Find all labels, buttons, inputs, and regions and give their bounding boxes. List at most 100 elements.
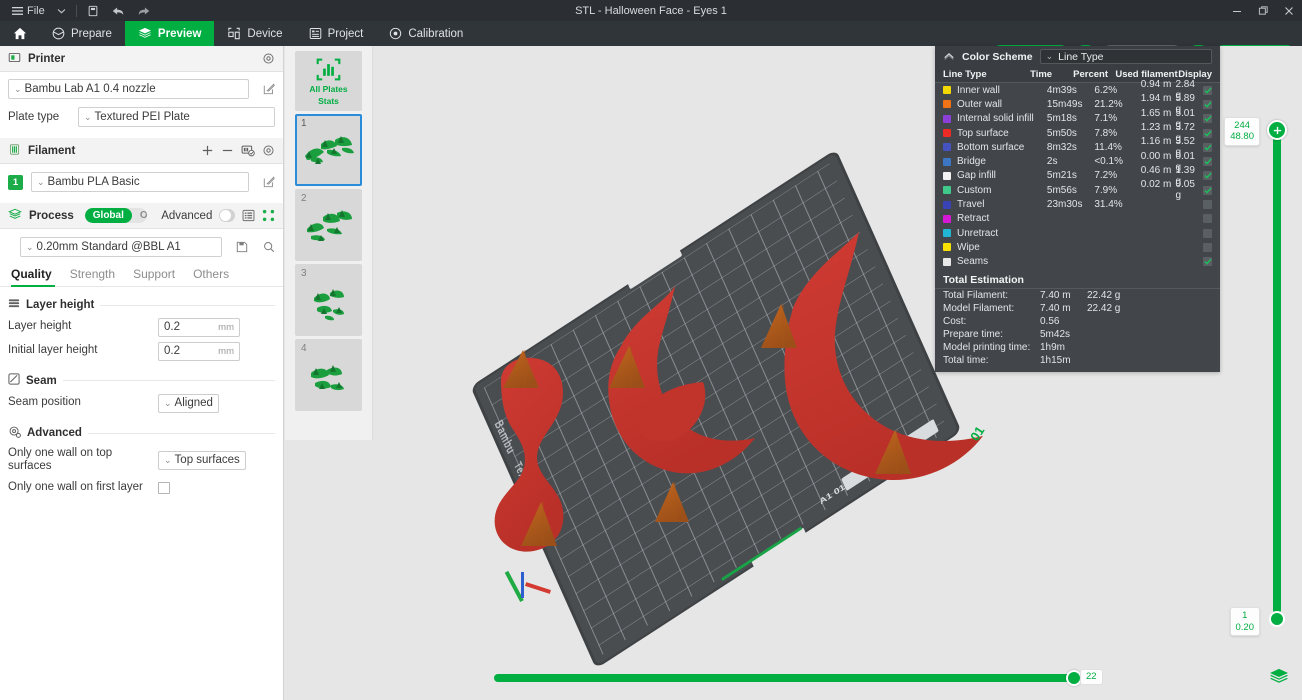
legend-display-checkbox[interactable] [1203,214,1212,223]
window-close-button[interactable] [1276,0,1302,21]
filament-settings-gear-icon[interactable] [262,144,275,157]
legend-display-checkbox[interactable] [1203,243,1212,252]
plate-thumbnail-2[interactable]: 2 [295,189,362,261]
filament-edit-icon[interactable] [263,176,275,188]
plate-thumbnail-4[interactable]: 4 [295,339,362,411]
layer-slider-top-height: 48.80 [1230,131,1254,142]
redo-button[interactable] [131,0,157,21]
legend-display-cell[interactable] [1203,229,1212,238]
legend-row[interactable]: Wipe [935,240,1220,254]
filament-slot-badge[interactable]: 1 [8,175,23,190]
move-slider-horizontal[interactable]: 22 [494,670,1074,686]
layer-slider-vertical[interactable]: 244 48.80 1 0.20 [1268,120,1286,620]
parameter-list-icon[interactable] [242,209,255,222]
search-preset-icon[interactable] [263,241,275,253]
color-scheme-select[interactable]: ⌄ Line Type [1040,49,1212,64]
legend-row[interactable]: Retract [935,212,1220,226]
new-project-button[interactable] [81,0,105,21]
printer-model-select[interactable]: ⌄ Bambu Lab A1 0.4 nozzle [8,79,249,99]
total-value-primary: 5m42s [1040,329,1087,340]
tab-strength[interactable]: Strength [61,267,124,286]
layers-view-button[interactable] [1266,664,1292,690]
printer-settings-gear-icon[interactable] [262,52,275,65]
compare-presets-icon[interactable] [262,209,275,222]
layer-slider-bottom-handle[interactable] [1269,611,1285,627]
seam-position-select[interactable]: ⌄ Aligned [158,394,219,413]
total-value-primary: 7.40 m [1040,303,1087,314]
color-scheme-value: Line Type [1058,51,1103,63]
one-wall-first-layer-checkbox[interactable] [158,482,170,494]
filament-select[interactable]: ⌄ Bambu PLA Basic [31,172,249,192]
legend-display-cell[interactable] [1203,171,1212,180]
file-menu-button[interactable]: File [6,0,51,21]
initial-layer-height-input[interactable]: 0.2 mm [158,342,240,361]
filament-add-button[interactable] [201,144,214,157]
filament-remove-button[interactable] [221,144,234,157]
tab-home[interactable] [0,21,39,46]
legend-row[interactable]: Unretract [935,226,1220,240]
tab-prepare[interactable]: Prepare [39,21,125,46]
calibration-icon [389,27,402,40]
tab-device[interactable]: Device [214,21,295,46]
legend-display-cell[interactable] [1203,100,1212,109]
legend-line-type: Inner wall [951,85,1047,96]
legend-display-checkbox[interactable] [1203,186,1212,195]
legend-row[interactable]: Seams [935,255,1220,269]
legend-display-cell[interactable] [1203,200,1212,209]
legend-display-cell[interactable] [1203,86,1212,95]
total-estimation-row: Total Filament:7.40 m22.42 g [935,289,1220,302]
legend-percent: 31.4% [1094,199,1140,210]
legend-display-checkbox[interactable] [1203,157,1212,166]
tab-project[interactable]: Project [296,21,377,46]
legend-display-checkbox[interactable] [1203,200,1212,209]
legend-display-checkbox[interactable] [1203,129,1212,138]
legend-display-checkbox[interactable] [1203,229,1212,238]
save-preset-icon[interactable] [236,241,248,253]
legend-display-cell[interactable] [1203,129,1212,138]
legend-display-checkbox[interactable] [1203,100,1212,109]
process-scope-objects[interactable]: Objects [132,208,147,223]
undo-button[interactable] [105,0,131,21]
menu-dropdown-caret[interactable] [51,0,72,21]
process-preset-select[interactable]: ⌄ 0.20mm Standard @BBL A1 [20,237,222,257]
layer-slider-top-handle[interactable] [1267,120,1287,140]
tab-preview[interactable]: Preview [125,21,214,46]
legend-display-cell[interactable] [1203,143,1212,152]
legend-display-cell[interactable] [1203,243,1212,252]
legend-display-checkbox[interactable] [1203,143,1212,152]
tab-quality[interactable]: Quality [8,267,61,286]
tab-calibration[interactable]: Calibration [376,21,476,46]
printer-edit-icon[interactable] [263,83,275,95]
legend-display-cell[interactable] [1203,157,1212,166]
all-plates-stats-button[interactable]: All Plates Stats [295,51,362,111]
legend-display-cell[interactable] [1203,214,1212,223]
legend-row[interactable]: Custom5m56s7.9%0.02 m0.05 g [935,183,1220,197]
move-slider-track[interactable] [494,674,1074,682]
legend-display-cell[interactable] [1203,257,1212,266]
layer-slider-track[interactable] [1273,130,1281,614]
one-wall-top-select[interactable]: ⌄ Top surfaces [158,451,246,470]
legend-display-cell[interactable] [1203,186,1212,195]
advanced-mode-toggle[interactable] [219,209,235,222]
legend-display-checkbox[interactable] [1203,171,1212,180]
process-scope-toggle[interactable]: Global Objects [85,208,147,223]
legend-display-checkbox[interactable] [1203,86,1212,95]
legend-percent: 6.2% [1094,85,1140,96]
option-row-layer-height: Layer height 0.2 mm [0,316,283,338]
plate-type-select[interactable]: ⌄ Textured PEI Plate [78,107,275,127]
legend-display-checkbox[interactable] [1203,114,1212,123]
window-minimize-button[interactable] [1224,0,1250,21]
process-scope-global[interactable]: Global [85,208,132,223]
plate-thumbnail-3[interactable]: 3 [295,264,362,336]
chevron-up-icon[interactable] [943,51,955,63]
color-scheme-header: Color Scheme ⌄ Line Type [935,46,1220,67]
plate-thumbnail-1[interactable]: 1 [295,114,362,186]
layer-height-input[interactable]: 0.2 mm [158,318,240,337]
tab-support[interactable]: Support [124,267,184,286]
printer-section-header: Printer [0,46,283,72]
window-restore-button[interactable] [1250,0,1276,21]
filament-sync-ams-icon[interactable] [241,144,255,157]
legend-display-cell[interactable] [1203,114,1212,123]
legend-display-checkbox[interactable] [1203,257,1212,266]
tab-others[interactable]: Others [184,267,238,286]
